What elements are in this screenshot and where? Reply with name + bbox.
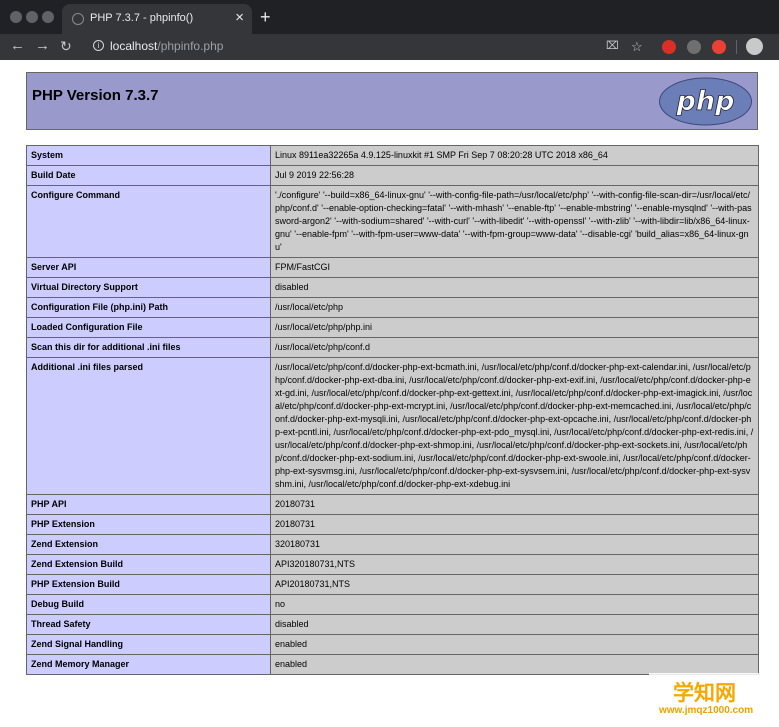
table-row: Configuration File (php.ini) Path/usr/lo… [26, 297, 759, 318]
watermark-text: 学知网 [673, 681, 736, 705]
table-row: Additional .ini files parsed/usr/local/e… [26, 357, 759, 495]
php-logo-text: php [676, 86, 735, 117]
row-key: PHP Extension [26, 514, 271, 535]
new-tab-icon[interactable]: + [260, 7, 271, 28]
row-key: Server API [26, 257, 271, 278]
row-key: System [26, 145, 271, 166]
row-key: Virtual Directory Support [26, 277, 271, 298]
info-icon[interactable]: i [93, 40, 104, 51]
row-value: enabled [270, 634, 759, 655]
page-title: PHP Version 7.3.7 [32, 87, 159, 104]
row-key: Scan this dir for additional .ini files [26, 337, 271, 358]
table-row: Scan this dir for additional .ini files /… [26, 337, 759, 358]
url-path: /phpinfo.php [157, 39, 224, 53]
extension-shield-icon[interactable] [662, 40, 676, 54]
row-value: 20180731 [270, 514, 759, 535]
table-row: PHP Extension 20180731 [26, 514, 759, 535]
row-key: Thread Safety [26, 614, 271, 635]
row-value: no [270, 594, 759, 615]
browser-tab-bar: PHP 7.3.7 - phpinfo() × + [0, 0, 779, 34]
back-arrow-icon[interactable]: ← [10, 37, 25, 54]
table-row: Zend Signal Handling enabled [26, 634, 759, 655]
url-host: localhost [110, 39, 158, 53]
tab-title: PHP 7.3.7 - phpinfo() [90, 12, 194, 24]
close-icon[interactable]: × [235, 10, 244, 25]
extension-gear-icon[interactable] [687, 40, 701, 54]
row-key: Build Date [26, 165, 271, 186]
row-key: Configuration File (php.ini) Path [26, 297, 271, 318]
browser-toolbar: ← → ↻ i localhost/phpinfo.php ⌧ ☆ [0, 34, 779, 60]
table-row: Loaded Configuration File/usr/local/etc/… [26, 317, 759, 338]
table-row: Thread Safety disabled [26, 614, 759, 635]
row-value: disabled [270, 277, 759, 298]
table-row: PHP API 20180731 [26, 494, 759, 515]
row-key: Debug Build [26, 594, 271, 615]
table-row: Server API FPM/FastCGI [26, 257, 759, 278]
watermark-url: www.jmqz1000.com [659, 705, 754, 716]
row-value: enabled [270, 654, 759, 675]
row-key: Additional .ini files parsed [26, 357, 271, 495]
toolbar-divider [736, 40, 737, 54]
profile-avatar[interactable] [746, 38, 763, 55]
row-value: 20180731 [270, 494, 759, 515]
row-value: Linux 8911ea32265a 4.9.125-linuxkit #1 S… [270, 145, 759, 166]
row-value: /usr/local/etc/php/php.ini [270, 317, 759, 338]
row-key: PHP Extension Build [26, 574, 271, 595]
watermark: 学知网 www.jmqz1000.com [649, 673, 771, 725]
table-row: Zend Extension Build API320180731,NTS [26, 554, 759, 575]
row-key: Zend Signal Handling [26, 634, 271, 655]
extension-red-icon[interactable] [712, 40, 726, 54]
table-row: System Linux 8911ea32265a 4.9.125-linuxki… [26, 145, 759, 166]
row-value: disabled [270, 614, 759, 635]
table-row: Zend Extension 320180731 [26, 534, 759, 555]
browser-tab[interactable]: PHP 7.3.7 - phpinfo() × [62, 4, 252, 34]
window-close-button[interactable] [10, 11, 22, 23]
row-value: Jul 9 2019 22:56:28 [270, 165, 759, 186]
row-key: Zend Memory Manager [26, 654, 271, 675]
row-value: API20180731,NTS [270, 574, 759, 595]
table-row: Configure Command './configure' '--build=… [26, 185, 759, 258]
row-key: Loaded Configuration File [26, 317, 271, 338]
table-row: Zend Memory Manager enabled [26, 654, 759, 675]
table-row: Build Date Jul 9 2019 22:56:28 [26, 165, 759, 186]
row-key: Zend Extension Build [26, 554, 271, 575]
window-minimize-button[interactable] [26, 11, 38, 23]
table-row: Virtual Directory Support disabled [26, 277, 759, 298]
row-key: PHP API [26, 494, 271, 515]
php-version-header: PHP Version 7.3.7 php [26, 72, 758, 130]
reload-icon[interactable]: ↻ [60, 38, 72, 55]
page-content: PHP Version 7.3.7 php System Linux 8911ea… [0, 60, 779, 727]
forward-arrow-icon[interactable]: → [35, 37, 50, 54]
translate-icon[interactable]: ⌧ [606, 39, 619, 52]
row-value: /usr/local/etc/php [270, 297, 759, 318]
globe-icon [72, 13, 84, 25]
row-value: FPM/FastCGI [270, 257, 759, 278]
row-value: /usr/local/etc/php/conf.d [270, 337, 759, 358]
window-maximize-button[interactable] [42, 11, 54, 23]
row-value: API320180731,NTS [270, 554, 759, 575]
row-key: Configure Command [26, 185, 271, 258]
phpinfo-table: System Linux 8911ea32265a 4.9.125-linuxki… [26, 145, 759, 675]
address-bar[interactable]: localhost/phpinfo.php [110, 39, 223, 53]
php-logo: php [659, 77, 752, 126]
row-value: './configure' '--build=x86_64-linux-gnu'… [270, 185, 759, 258]
bookmark-star-icon[interactable]: ☆ [631, 39, 643, 55]
row-value: /usr/local/etc/php/conf.d/docker-php-ext… [270, 357, 759, 495]
row-key: Zend Extension [26, 534, 271, 555]
row-value: 320180731 [270, 534, 759, 555]
table-row: PHP Extension Build API20180731,NTS [26, 574, 759, 595]
table-row: Debug Build no [26, 594, 759, 615]
